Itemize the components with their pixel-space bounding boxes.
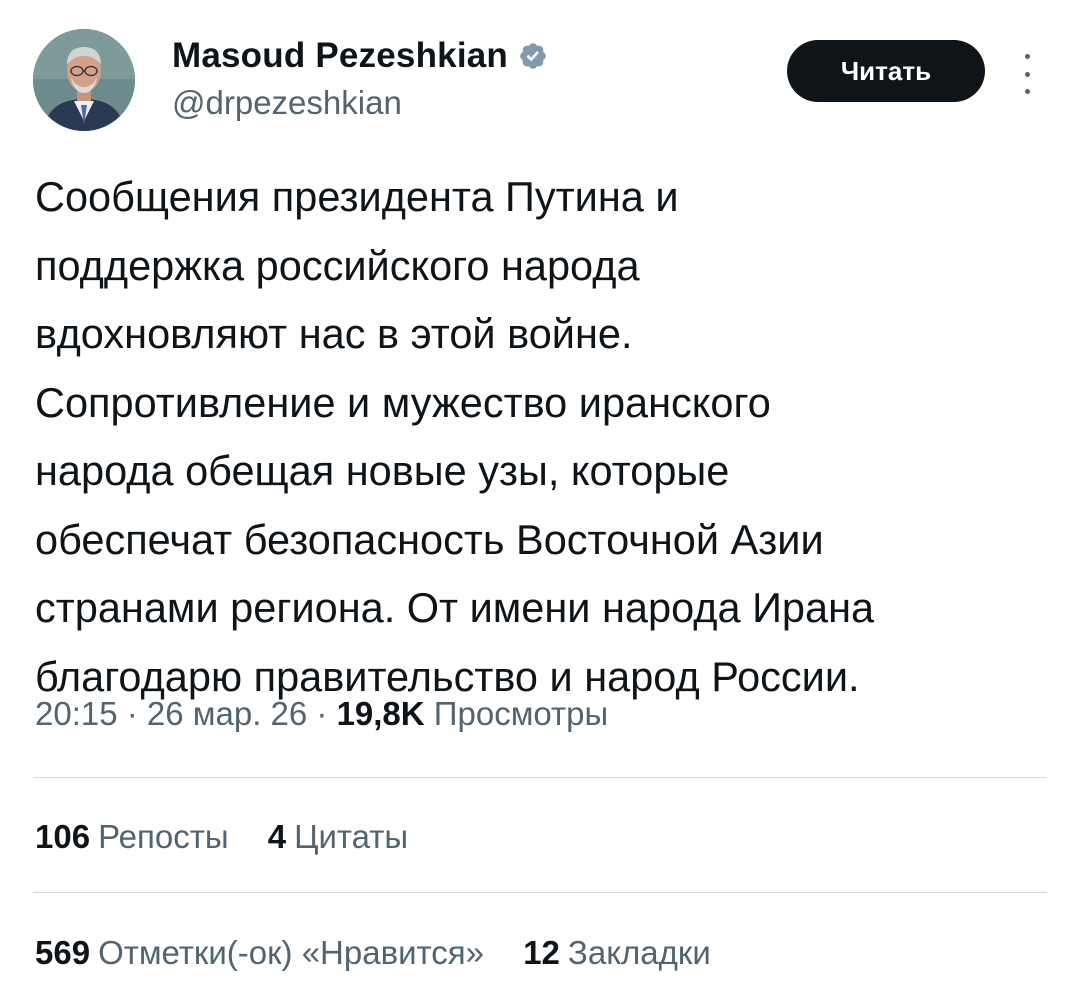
- bookmarks-count: 12: [523, 934, 560, 971]
- reposts-stat[interactable]: 106 Репосты: [35, 818, 229, 856]
- more-vertical-icon[interactable]: [1014, 54, 1040, 94]
- quotes-count: 4: [267, 818, 287, 855]
- bookmarks-label: Закладки: [567, 934, 711, 971]
- reposts-count: 106: [35, 818, 91, 855]
- tweet-text-line: вдохновляют нас в этой войне.: [35, 310, 633, 357]
- verified-badge-icon[interactable]: [518, 41, 548, 71]
- tweet-text-line: Сопротивление и мужество иранского: [35, 378, 771, 426]
- tweet-text-line: Сообщения президента Путина и: [35, 173, 679, 220]
- likes-stat[interactable]: 569 Отметки(-ок) «Нравится»: [35, 934, 484, 972]
- tweet-text-line: поддержка российского народа: [35, 241, 640, 289]
- author-display-name[interactable]: Masoud Pezeshkian: [172, 36, 508, 76]
- reposts-label: Репосты: [98, 818, 229, 855]
- bookmarks-stat[interactable]: 12 Закладки: [523, 934, 711, 972]
- views-label: Просмотры: [433, 695, 609, 732]
- author-handle[interactable]: @drpezeshkian: [172, 84, 548, 122]
- avatar-photo: [33, 29, 135, 131]
- tweet-text-line: народа обещая новые узы, которые: [35, 447, 730, 494]
- author-name-row: Masoud Pezeshkian: [172, 36, 548, 76]
- tweet-meta: 20:15 · 26 мар. 26 · 19,8K Просмотры: [35, 695, 608, 733]
- likes-label: Отметки(-ок) «Нравится»: [98, 934, 485, 971]
- meta-separator: ·: [117, 695, 147, 732]
- tweet-date[interactable]: 26 мар. 26: [147, 695, 307, 732]
- quotes-stat[interactable]: 4 Цитаты: [268, 818, 408, 856]
- engagement-stats-row: 106 Репосты 4 Цитаты: [35, 818, 438, 856]
- tweet-detail: Masoud Pezeshkian @drpezeshkian Читать С…: [0, 0, 1080, 1001]
- tweet-text-line: странами региона. От имени народа Ирана: [35, 584, 875, 631]
- follow-button[interactable]: Читать: [787, 40, 985, 102]
- divider: [33, 892, 1047, 893]
- meta-separator: ·: [307, 695, 337, 732]
- quotes-label: Цитаты: [294, 818, 409, 855]
- engagement-stats-row: 569 Отметки(-ок) «Нравится» 12 Закладки: [35, 934, 741, 972]
- tweet-text-line: обеспечат безопасность Восточной Азии: [35, 515, 824, 563]
- divider: [33, 777, 1047, 778]
- tweet-text: Сообщения президента Путина и поддержка …: [35, 163, 1065, 711]
- likes-count: 569: [35, 934, 91, 971]
- avatar[interactable]: [33, 29, 135, 131]
- author-info: Masoud Pezeshkian @drpezeshkian: [172, 36, 548, 122]
- views-count: 19,8K: [336, 695, 425, 732]
- tweet-time[interactable]: 20:15: [35, 695, 118, 732]
